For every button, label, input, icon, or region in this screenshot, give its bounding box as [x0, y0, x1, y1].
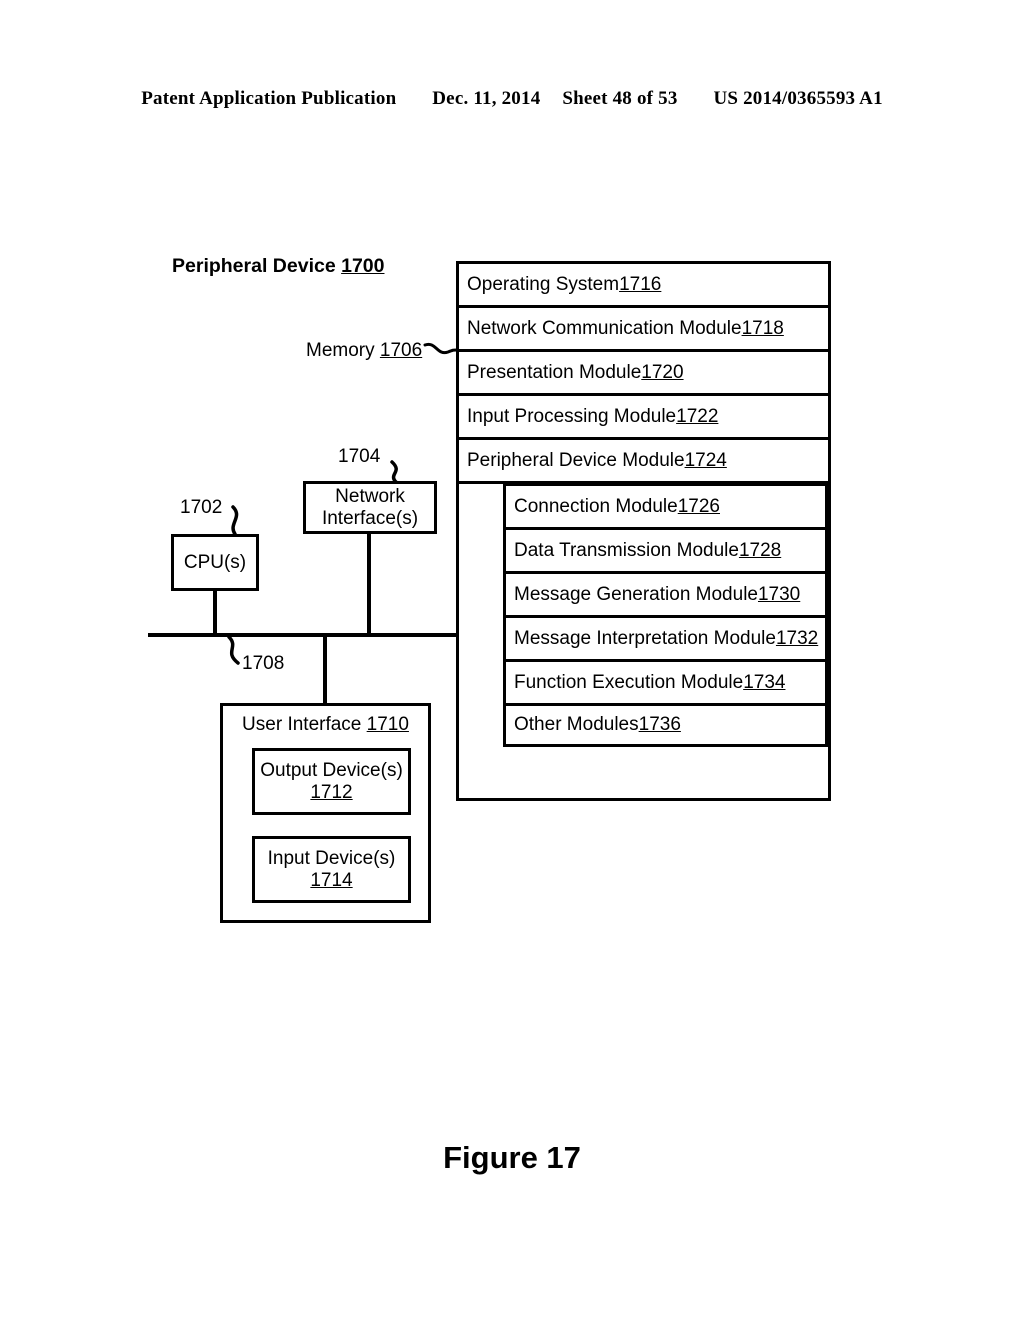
input-device-box: Input Device(s) 1714	[252, 836, 411, 903]
submodule-4-text: Function Execution Module	[514, 671, 744, 693]
cpu-box: CPU(s)	[171, 534, 259, 591]
memory-row-1-text: Network Communication Module	[467, 317, 742, 339]
submodule-2-text: Message Generation Module	[514, 583, 758, 605]
input-device-label: Input Device(s)	[267, 847, 396, 869]
memory-label-ref: 1706	[379, 340, 423, 361]
leader-1704	[390, 460, 398, 484]
user-interface-box: User Interface 1710 Output Device(s) 171…	[220, 703, 431, 923]
output-device-box: Output Device(s) 1712	[252, 748, 411, 815]
memory-row-network-communication-module: Network Communication Module 1718	[459, 308, 828, 352]
submodule-message-generation-module: Message Generation Module 1730	[503, 571, 828, 615]
submodule-2-ref: 1730	[757, 583, 801, 605]
ref-1702: 1702	[180, 497, 223, 518]
memory-row-3-ref: 1722	[676, 405, 719, 427]
output-device-ref: 1712	[310, 781, 353, 803]
page-title: Peripheral Device 1700	[172, 255, 384, 278]
output-device-label: Output Device(s)	[260, 759, 403, 781]
input-device-ref: 1714	[310, 869, 353, 891]
submodule-3-ref: 1732	[775, 627, 819, 649]
network-interface-label-line1: Network	[335, 485, 405, 507]
memory-row-operating-system: Operating System 1716	[459, 264, 828, 308]
memory-row-0-text: Operating System	[467, 273, 620, 295]
peripheral-device-submodule-group: Connection Module 1726 Data Transmission…	[503, 483, 828, 747]
submodule-5-ref: 1736	[638, 714, 681, 735]
submodule-0-text: Connection Module	[514, 495, 678, 517]
memory-row-presentation-module: Presentation Module 1720	[459, 352, 828, 396]
submodule-0-ref: 1726	[677, 495, 720, 517]
memory-row-4-text: Peripheral Device Module	[467, 449, 685, 471]
memory-row-peripheral-device-module: Peripheral Device Module 1724	[459, 440, 828, 484]
network-interface-box: Network Interface(s)	[303, 481, 437, 534]
user-interface-label-text: User Interface	[242, 714, 367, 735]
leader-1708	[227, 635, 240, 665]
ref-1708: 1708	[242, 653, 285, 674]
diagram-title-text: Peripheral Device	[172, 255, 342, 277]
user-interface-label: User Interface 1710	[223, 714, 428, 736]
submodule-1-text: Data Transmission Module	[514, 539, 739, 561]
ref-1704: 1704	[338, 446, 381, 467]
memory-row-0-ref: 1716	[619, 273, 662, 295]
figure-caption: Figure 17	[443, 1140, 581, 1175]
memory-row-3-text: Input Processing Module	[467, 405, 677, 427]
submodule-data-transmission-module: Data Transmission Module 1728	[503, 527, 828, 571]
user-interface-label-ref: 1710	[366, 714, 409, 735]
memory-row-4-ref: 1724	[684, 449, 727, 471]
submodule-connection-module: Connection Module 1726	[503, 483, 828, 527]
leader-1706	[423, 342, 459, 355]
submodule-3-text: Message Interpretation Module	[514, 627, 776, 649]
submodule-other-modules: Other Modules 1736	[503, 703, 828, 747]
memory-row-1-ref: 1718	[741, 317, 784, 339]
network-interface-label-line2: Interface(s)	[321, 507, 419, 529]
submodule-1-ref: 1728	[738, 539, 782, 561]
cpu-label: CPU(s)	[183, 551, 247, 573]
submodule-5-text: Other Modules	[514, 714, 639, 735]
submodule-message-interpretation-module: Message Interpretation Module 1732	[503, 615, 828, 659]
submodule-4-ref: 1734	[743, 671, 786, 693]
diagram-title-ref: 1700	[341, 255, 385, 277]
memory-row-2-ref: 1720	[641, 361, 684, 383]
figure-17-diagram: Peripheral Device 1700 Memory 1706 1702 …	[0, 0, 1024, 1320]
memory-label-text: Memory	[306, 340, 380, 361]
memory-label: Memory 1706	[306, 340, 422, 362]
memory-row-2-text: Presentation Module	[467, 361, 642, 383]
memory-row-input-processing-module: Input Processing Module 1722	[459, 396, 828, 440]
leader-1702	[231, 505, 239, 536]
submodule-function-execution-module: Function Execution Module 1734	[503, 659, 828, 703]
memory-box: Operating System 1716 Network Communicat…	[456, 261, 831, 801]
